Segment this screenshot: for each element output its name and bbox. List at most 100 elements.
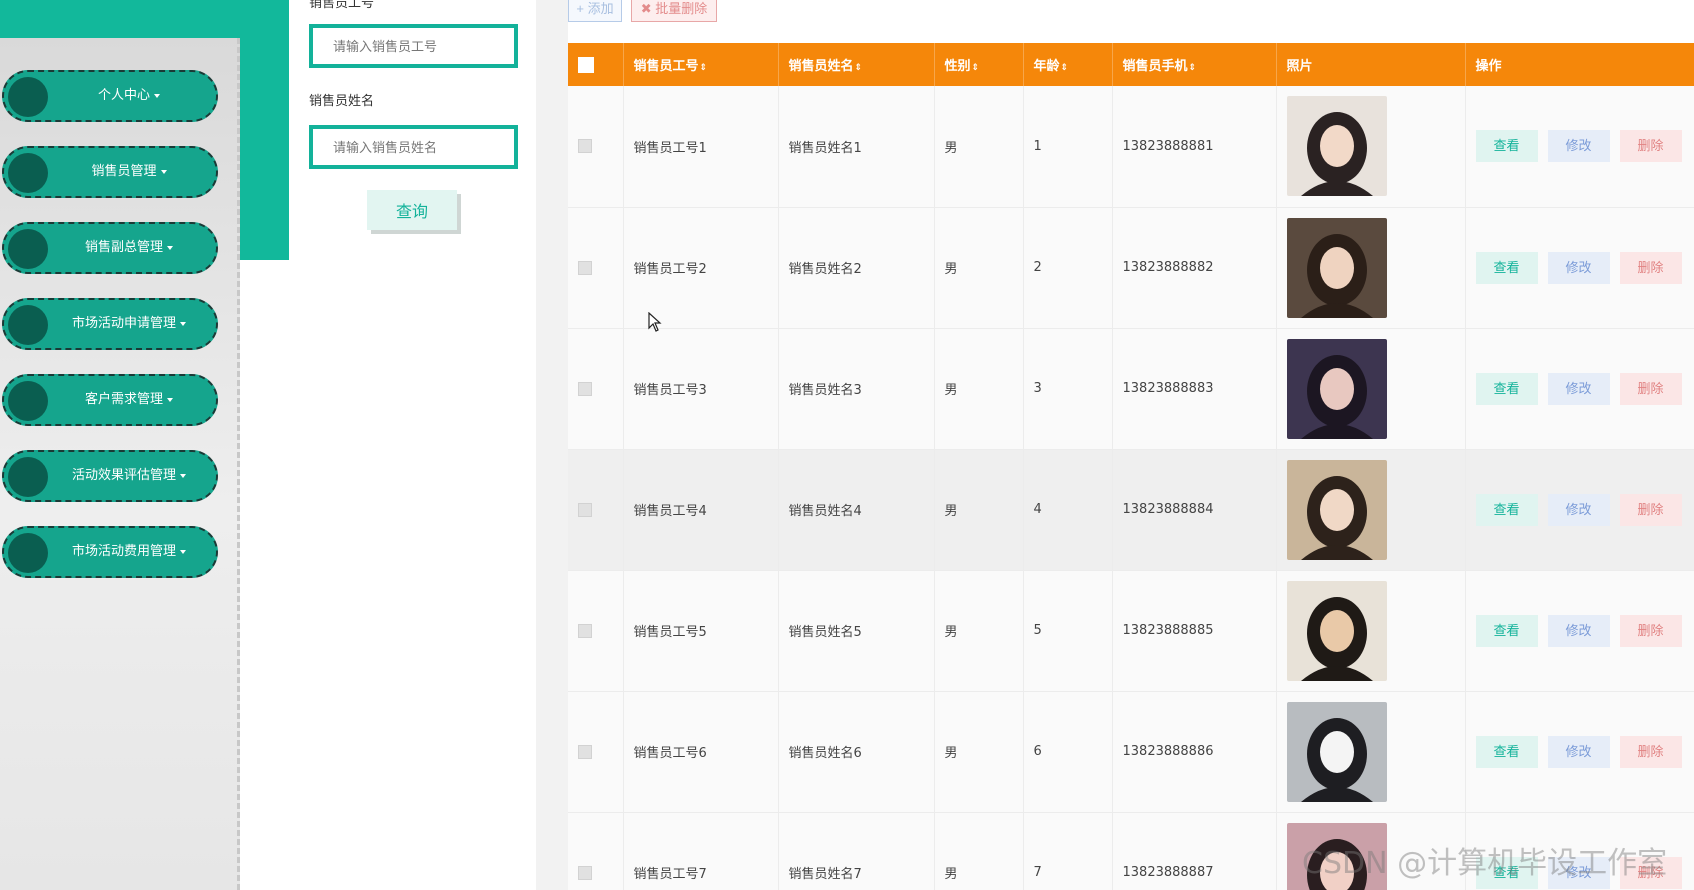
cell-actions: 查看 修改 删除: [1465, 328, 1694, 449]
delete-button[interactable]: 删除: [1619, 130, 1682, 163]
add-button[interactable]: + 添加: [568, 0, 622, 22]
mouse-cursor-icon: [648, 312, 662, 332]
header-name[interactable]: 销售员姓名⇕: [778, 43, 935, 86]
view-button[interactable]: 查看: [1475, 614, 1538, 647]
select-all-checkbox[interactable]: [578, 56, 594, 73]
row-select-cell: [568, 570, 624, 691]
cell-actions: 查看 修改 删除: [1465, 691, 1694, 812]
delete-button[interactable]: 删除: [1619, 493, 1682, 526]
header-label: 销售员工号: [633, 59, 699, 74]
cell-age: 2: [1023, 207, 1113, 328]
sort-icon[interactable]: ⇕: [855, 63, 863, 73]
row-select-cell: [568, 812, 624, 890]
cell-id: 销售员工号3: [623, 328, 779, 449]
add-label: 添加: [587, 1, 614, 16]
row-select-cell: [568, 207, 624, 328]
row-select-cell: [568, 86, 624, 207]
row-checkbox[interactable]: [578, 381, 592, 396]
sidebar-item-sales-vp-management[interactable]: 销售副总管理: [2, 222, 218, 274]
cell-name: 销售员姓名7: [778, 812, 935, 890]
search-label-id: 销售员工号: [309, 0, 375, 11]
delete-button[interactable]: 删除: [1619, 614, 1682, 647]
cell-age: 3: [1023, 328, 1113, 449]
sort-icon[interactable]: ⇕: [700, 63, 708, 73]
cell-gender: 男: [934, 449, 1024, 570]
delete-button[interactable]: 删除: [1619, 372, 1682, 405]
edit-button[interactable]: 修改: [1547, 372, 1610, 405]
sidebar-item-salesperson-management[interactable]: 销售员管理: [2, 146, 218, 198]
row-checkbox[interactable]: [578, 502, 592, 517]
header-actions: 操作: [1465, 43, 1694, 86]
row-checkbox[interactable]: [578, 260, 592, 275]
table-row: 销售员工号1 销售员姓名1 男 1 13823888881 查看 修改 删除: [568, 86, 1694, 207]
salesperson-id-input[interactable]: [309, 24, 518, 68]
panel-gap: [536, 0, 568, 890]
cell-actions: 查看 修改 删除: [1465, 570, 1694, 691]
caret-down-icon: [180, 321, 186, 326]
header-gender[interactable]: 性别⇕: [934, 43, 1024, 86]
menu-dot-icon: [8, 533, 48, 573]
edit-button[interactable]: 修改: [1547, 493, 1610, 526]
sidebar-item-effect-evaluation[interactable]: 活动效果评估管理: [2, 450, 218, 502]
header-label: 年龄: [1033, 59, 1060, 74]
delete-button[interactable]: 删除: [1619, 735, 1682, 768]
sort-icon[interactable]: ⇕: [972, 63, 980, 73]
row-checkbox[interactable]: [578, 623, 592, 638]
cell-gender: 男: [934, 207, 1024, 328]
row-select-cell: [568, 691, 624, 812]
search-panel: 销售员工号 销售员姓名 查询: [289, 0, 536, 890]
sidebar: 个人中心 销售员管理 销售副总管理 市场活动申请管理 客户需求管理 活动效果评估…: [0, 38, 240, 890]
cell-id: 销售员工号5: [623, 570, 779, 691]
sidebar-item-customer-demand[interactable]: 客户需求管理: [2, 374, 218, 426]
table-row: 销售员工号5 销售员姓名5 男 5 13823888885 查看 修改 删除: [568, 570, 1694, 691]
sidebar-item-label: 市场活动申请管理: [71, 316, 176, 331]
caret-down-icon: [160, 169, 167, 174]
row-checkbox[interactable]: [578, 139, 592, 154]
edit-button[interactable]: 修改: [1547, 251, 1610, 284]
cell-actions: 查看 修改 删除: [1465, 207, 1694, 328]
row-checkbox[interactable]: [578, 744, 592, 759]
row-checkbox[interactable]: [578, 865, 592, 880]
cell-age: 4: [1023, 449, 1113, 570]
view-button[interactable]: 查看: [1475, 372, 1538, 405]
search-label-name: 销售员姓名: [309, 94, 375, 109]
cell-photo: [1276, 570, 1466, 691]
cell-gender: 男: [934, 812, 1024, 890]
view-button[interactable]: 查看: [1475, 735, 1538, 768]
view-button[interactable]: 查看: [1475, 130, 1538, 163]
sort-icon[interactable]: ⇕: [1189, 63, 1197, 73]
cell-id: 销售员工号2: [623, 207, 779, 328]
header-phone[interactable]: 销售员手机⇕: [1112, 43, 1277, 86]
cell-actions: 查看 修改 删除: [1465, 86, 1694, 207]
header-label: 性别: [944, 59, 971, 74]
table-row: 销售员工号3 销售员姓名3 男 3 13823888883 查看 修改 删除: [568, 328, 1694, 449]
sidebar-item-activity-application[interactable]: 市场活动申请管理: [2, 298, 218, 350]
cell-phone: 13823888885: [1112, 570, 1277, 691]
view-button[interactable]: 查看: [1475, 493, 1538, 526]
query-button[interactable]: 查询: [367, 190, 457, 230]
view-button[interactable]: 查看: [1475, 251, 1538, 284]
sort-icon[interactable]: ⇕: [1061, 63, 1069, 73]
cell-id: 销售员工号1: [623, 86, 779, 207]
sidebar-item-activity-cost[interactable]: 市场活动费用管理: [2, 526, 218, 578]
cell-name: 销售员姓名5: [778, 570, 935, 691]
edit-button[interactable]: 修改: [1547, 735, 1610, 768]
cell-phone: 13823888883: [1112, 328, 1277, 449]
cell-id: 销售员工号4: [623, 449, 779, 570]
salesperson-name-input[interactable]: [309, 125, 518, 169]
row-select-cell: [568, 449, 624, 570]
edit-button[interactable]: 修改: [1547, 130, 1610, 163]
cell-age: 1: [1023, 86, 1113, 207]
portrait-photo: [1286, 96, 1387, 197]
edit-button[interactable]: 修改: [1547, 614, 1610, 647]
batch-delete-button[interactable]: ✖ 批量删除: [631, 0, 717, 22]
cell-gender: 男: [934, 691, 1024, 812]
header-id[interactable]: 销售员工号⇕: [623, 43, 779, 86]
sidebar-item-personal-center[interactable]: 个人中心: [2, 70, 218, 122]
select-all-cell: [568, 43, 624, 86]
cell-phone: 13823888881: [1112, 86, 1277, 207]
caret-down-icon: [167, 245, 173, 250]
header-age[interactable]: 年龄⇕: [1023, 43, 1113, 86]
cell-gender: 男: [934, 86, 1024, 207]
delete-button[interactable]: 删除: [1619, 251, 1682, 284]
